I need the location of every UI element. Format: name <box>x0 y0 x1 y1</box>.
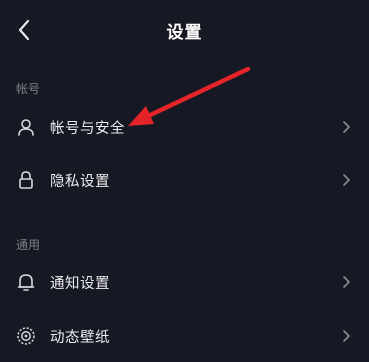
chevron-right-icon <box>337 118 355 136</box>
section-label-account: 帐号 <box>16 82 41 96</box>
settings-item-account-security[interactable]: 帐号与安全 <box>0 101 369 153</box>
settings-item-wallpaper[interactable]: 动态壁纸 <box>0 310 369 362</box>
bell-icon <box>16 272 36 292</box>
settings-item-label: 隐私设置 <box>50 173 110 190</box>
chevron-right-icon <box>337 171 355 189</box>
top-bar: 设置 <box>0 0 369 60</box>
page-title: 设置 <box>166 23 203 43</box>
chevron-right-icon <box>337 273 355 291</box>
settings-item-label: 帐号与安全 <box>50 120 125 137</box>
chevron-right-icon <box>337 327 355 345</box>
settings-item-label: 通知设置 <box>50 275 110 292</box>
settings-item-notifications[interactable]: 通知设置 <box>0 256 369 308</box>
wallpaper-icon <box>16 326 36 346</box>
person-icon <box>16 117 36 137</box>
section-label-general: 通用 <box>16 238 41 252</box>
lock-icon <box>16 170 36 190</box>
settings-item-label: 动态壁纸 <box>50 329 110 346</box>
settings-item-privacy[interactable]: 隐私设置 <box>0 154 369 206</box>
